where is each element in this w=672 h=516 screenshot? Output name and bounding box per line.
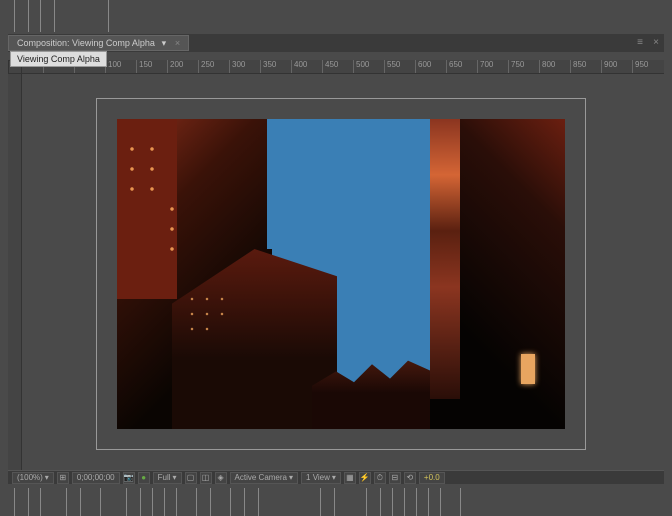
pixel-aspect-icon[interactable]: ▦ xyxy=(344,472,356,484)
ruler-tick: 300 xyxy=(229,60,245,73)
composition-viewport[interactable] xyxy=(22,74,664,470)
ruler-tick: 650 xyxy=(446,60,462,73)
snapshot-icon[interactable]: 📷 xyxy=(123,472,135,484)
callout-ticks-bottom xyxy=(0,486,672,516)
reset-exposure-icon[interactable]: ⟲ xyxy=(404,472,416,484)
ruler-tick: 900 xyxy=(601,60,617,73)
ruler-tick: 150 xyxy=(136,60,152,73)
ruler-tick: 250 xyxy=(198,60,214,73)
tab-bar: Composition: Viewing Comp Alpha ▾ × ≡ × xyxy=(8,34,664,52)
ruler-tick: 600 xyxy=(415,60,431,73)
panel-options-icon[interactable]: ≡ xyxy=(634,36,646,48)
building-right xyxy=(430,119,565,429)
ruler-tick: 450 xyxy=(322,60,338,73)
mask-icon[interactable]: ◈ xyxy=(215,472,227,484)
timeline-icon[interactable]: ⏱ xyxy=(374,472,386,484)
camera-dropdown[interactable]: Active Camera▾ xyxy=(230,472,298,484)
exposure-value[interactable]: +0.0 xyxy=(419,472,445,484)
ruler-tick: 850 xyxy=(570,60,586,73)
ruler-tick: 500 xyxy=(353,60,369,73)
ruler-tick: 400 xyxy=(291,60,307,73)
ruler-tick: 800 xyxy=(539,60,555,73)
tooltip: Viewing Comp Alpha xyxy=(10,51,107,67)
tab-dropdown-icon[interactable]: ▾ xyxy=(159,38,169,48)
ruler-tick: 100 xyxy=(105,60,121,73)
roi-icon[interactable]: ▢ xyxy=(185,472,197,484)
fast-preview-icon[interactable]: ⚡ xyxy=(359,472,371,484)
resolution-dropdown[interactable]: Full▾ xyxy=(153,472,182,484)
composition-content xyxy=(117,119,565,429)
ruler-tick: 750 xyxy=(508,60,524,73)
tab-label: Composition: Viewing Comp Alpha xyxy=(17,38,155,48)
timecode[interactable]: 0;00;00;00 xyxy=(72,472,120,484)
flowchart-icon[interactable]: ⊟ xyxy=(389,472,401,484)
composition-tab[interactable]: Composition: Viewing Comp Alpha ▾ × xyxy=(8,35,189,51)
channel-icon[interactable]: ● xyxy=(138,472,150,484)
ruler-vertical[interactable] xyxy=(8,74,22,470)
callout-ticks-top xyxy=(0,0,672,32)
composition-frame xyxy=(96,98,586,450)
ruler-horizontal[interactable]: -500501001502002503003504004505005506006… xyxy=(22,60,664,74)
ruler-tick: 550 xyxy=(384,60,400,73)
ruler-tick: 700 xyxy=(477,60,493,73)
resolution-icon[interactable]: ⊞ xyxy=(57,472,69,484)
ruler-tick: 200 xyxy=(167,60,183,73)
view-layout-dropdown[interactable]: 1 View▾ xyxy=(301,472,341,484)
ruler-tick: 950 xyxy=(632,60,648,73)
panel-close-icon[interactable]: × xyxy=(650,36,662,48)
viewer-controls: (100%)▾ ⊞ 0;00;00;00 📷 ● Full▾ ▢ ◫ ◈ Act… xyxy=(8,470,664,484)
transparency-grid-icon[interactable]: ◫ xyxy=(200,472,212,484)
ruler-tick: 350 xyxy=(260,60,276,73)
tab-close-icon[interactable]: × xyxy=(175,38,180,48)
zoom-dropdown[interactable]: (100%)▾ xyxy=(12,472,54,484)
